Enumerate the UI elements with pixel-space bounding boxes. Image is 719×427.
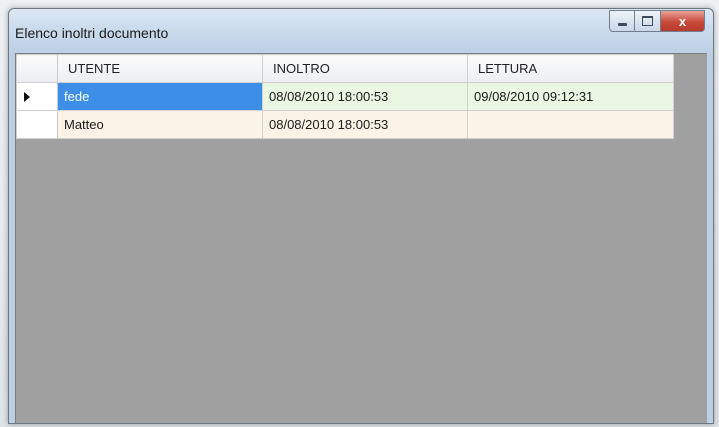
cell-inoltro[interactable]: 08/08/2010 18:00:53 [262,110,468,139]
data-grid: UTENTE INOLTRO LETTURA fede 08/08/2010 1… [16,54,674,139]
current-row-arrow-icon [24,91,30,102]
row-header[interactable] [16,110,58,139]
cell-utente[interactable]: Matteo [57,110,263,139]
maximize-icon [642,16,653,26]
column-header-lettura[interactable]: LETTURA [467,54,674,83]
header-row: UTENTE INOLTRO LETTURA [16,54,674,83]
cell-lettura[interactable] [467,110,674,139]
close-button[interactable]: x [661,10,705,32]
cell-inoltro[interactable]: 08/08/2010 18:00:53 [262,82,468,111]
close-icon: x [678,13,687,29]
maximize-button[interactable] [635,10,661,32]
minimize-icon [617,22,627,26]
dialog-window: Elenco inoltri documento x UTENTE INOLTR… [8,8,714,424]
table-row[interactable]: fede 08/08/2010 18:00:53 09/08/2010 09:1… [16,82,674,111]
cell-utente[interactable]: fede [57,82,263,111]
row-header-current[interactable] [16,82,58,111]
column-header-inoltro[interactable]: INOLTRO [262,54,468,83]
top-left-header-cell[interactable] [16,54,58,83]
data-grid-area[interactable]: UTENTE INOLTRO LETTURA fede 08/08/2010 1… [15,53,707,423]
column-header-utente[interactable]: UTENTE [57,54,263,83]
window-title: Elenco inoltri documento [15,25,169,41]
table-row[interactable]: Matteo 08/08/2010 18:00:53 [16,110,674,139]
minimize-button[interactable] [609,10,635,32]
title-bar[interactable]: Elenco inoltri documento x [9,9,713,53]
window-controls: x [609,10,705,32]
cell-lettura[interactable]: 09/08/2010 09:12:31 [467,82,674,111]
